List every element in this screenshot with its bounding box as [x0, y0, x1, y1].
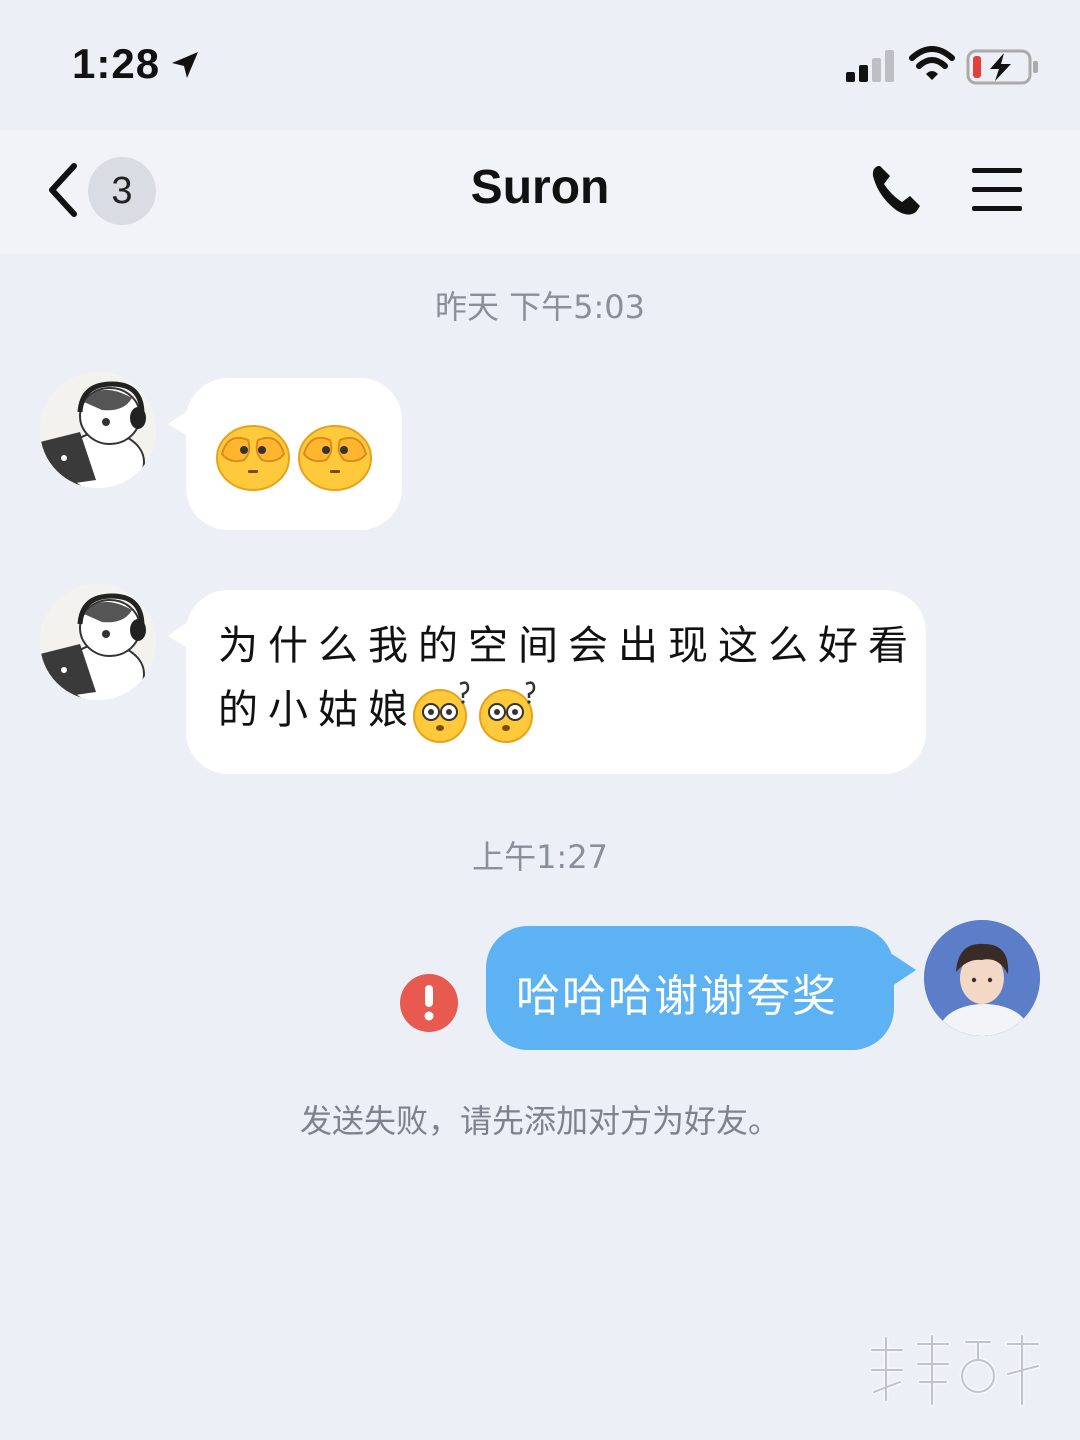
unread-count-badge[interactable]: 3	[88, 157, 156, 225]
covering-eyes-emoji	[296, 418, 374, 496]
message-timestamp: 昨天 下午5:03	[434, 288, 646, 326]
status-time: 1:28	[72, 40, 161, 87]
send-failed-notice: 发送失败，请先添加对方为好友。	[299, 1102, 780, 1140]
phone-icon[interactable]	[868, 162, 924, 222]
status-bar: 1:28	[0, 0, 1080, 130]
chevron-left-icon[interactable]	[44, 162, 80, 222]
confused-face-emoji	[410, 678, 474, 748]
cellular-signal-icon	[846, 50, 898, 86]
watermark-logo	[866, 1330, 1046, 1410]
bubble-tail	[892, 954, 916, 990]
wifi-icon	[908, 44, 956, 86]
chat-title: Suron	[470, 161, 610, 214]
location-arrow-icon	[170, 50, 200, 84]
hamburger-menu-icon[interactable]	[970, 166, 1024, 218]
user-avatar[interactable]	[924, 920, 1040, 1036]
contact-avatar[interactable]	[40, 584, 156, 700]
message-text: 为什么我的空间会出现这么好看	[218, 623, 918, 669]
chat-header: 3 Suron	[0, 130, 1080, 254]
confused-face-emoji	[476, 678, 540, 748]
covering-eyes-emoji	[214, 418, 292, 496]
message-bubble-incoming[interactable]	[186, 378, 402, 530]
message-text: 哈哈哈谢谢夸奖	[516, 971, 838, 1022]
battery-charging-icon	[966, 48, 1040, 90]
exclamation-icon[interactable]	[400, 974, 458, 1032]
message-text: 的小姑娘	[218, 687, 418, 733]
message-timestamp: 上午1:27	[472, 838, 608, 876]
contact-avatar[interactable]	[40, 372, 156, 488]
